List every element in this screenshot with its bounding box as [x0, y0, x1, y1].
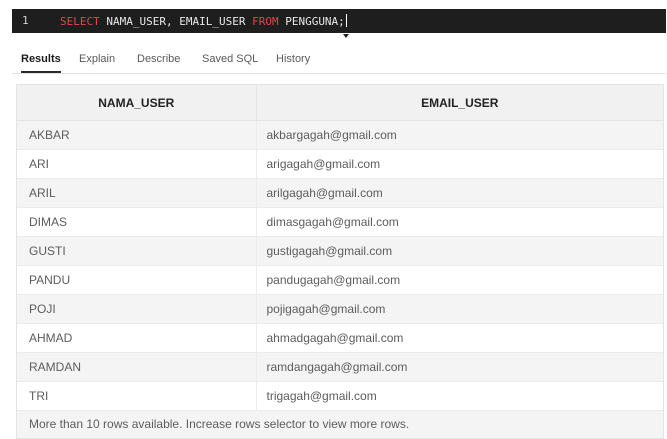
tab-explain-label: Explain [79, 53, 116, 65]
table-row: DIMAS dimasgagah@gmail.com [17, 207, 663, 237]
sql-code-line[interactable]: SELECT NAMA_USER, EMAIL_USER FROM PENGGU… [60, 14, 347, 28]
cell-email-user: akbargagah@gmail.com [256, 120, 663, 150]
table-row: TRI trigagah@gmail.com [17, 381, 663, 411]
cell-email-user: arilgagah@gmail.com [256, 178, 663, 208]
cell-email-user: arigagah@gmail.com [256, 149, 663, 179]
tab-results-label: Results [21, 53, 61, 65]
cell-nama-user: PANDU [17, 265, 257, 295]
cell-email-user: pojigagah@gmail.com [256, 294, 663, 324]
cell-nama-user: GUSTI [17, 236, 257, 266]
column-header-email-user[interactable]: EMAIL_USER [256, 85, 663, 121]
cell-email-user: dimasgagah@gmail.com [256, 207, 663, 237]
line-number: 1 [22, 14, 29, 27]
column-header-nama-user[interactable]: NAMA_USER [17, 85, 257, 121]
tab-saved-sql[interactable]: Saved SQL [202, 46, 258, 72]
cell-email-user: pandugagah@gmail.com [256, 265, 663, 295]
tab-describe-label: Describe [137, 53, 181, 65]
table-row: PANDU pandugagah@gmail.com [17, 265, 663, 295]
cell-nama-user: AKBAR [17, 120, 257, 150]
cell-email-user: gustigagah@gmail.com [256, 236, 663, 266]
cell-nama-user: RAMDAN [17, 352, 257, 382]
tabs-divider [12, 73, 666, 74]
tab-history-label: History [276, 53, 311, 65]
resize-handle-icon[interactable] [343, 34, 349, 38]
tab-explain[interactable]: Explain [79, 46, 115, 72]
sql-editor[interactable]: 1 SELECT NAMA_USER, EMAIL_USER FROM PENG… [12, 9, 666, 33]
table-row: GUSTI gustigagah@gmail.com [17, 236, 663, 266]
table-row: AKBAR akbargagah@gmail.com [17, 120, 663, 150]
rows-available-message: More than 10 rows available. Increase ro… [17, 411, 663, 438]
tab-history[interactable]: History [276, 46, 310, 72]
table-row: RAMDAN ramdangagah@gmail.com [17, 352, 663, 382]
tab-results[interactable]: Results [21, 46, 61, 73]
cell-email-user: trigagah@gmail.com [256, 381, 663, 411]
sql-keyword-select: SELECT [60, 15, 100, 28]
cell-nama-user: ARI [17, 149, 257, 179]
cell-email-user: ramdangagah@gmail.com [256, 352, 663, 382]
table-row: AHMAD ahmadgagah@gmail.com [17, 323, 663, 353]
cell-email-user: ahmadgagah@gmail.com [256, 323, 663, 353]
sql-columns: NAMA_USER, EMAIL_USER [99, 15, 253, 28]
sql-keyword-from: FROM [252, 15, 279, 28]
text-cursor [345, 14, 347, 27]
tab-saved-sql-label: Saved SQL [202, 53, 259, 65]
cell-nama-user: POJI [17, 294, 257, 324]
results-grid: NAMA_USER EMAIL_USER AKBAR akbargagah@gm… [16, 84, 664, 439]
sql-table: PENGGUNA; [278, 15, 345, 28]
cell-nama-user: DIMAS [17, 207, 257, 237]
table-row: POJI pojigagah@gmail.com [17, 294, 663, 324]
cell-nama-user: TRI [17, 381, 257, 411]
table-row: ARIL arilgagah@gmail.com [17, 178, 663, 208]
tab-describe[interactable]: Describe [137, 46, 180, 72]
table-row: ARI arigagah@gmail.com [17, 149, 663, 179]
result-tabs: Results Explain Describe Saved SQL Histo… [12, 46, 666, 73]
results-table: NAMA_USER EMAIL_USER AKBAR akbargagah@gm… [17, 85, 663, 411]
cell-nama-user: ARIL [17, 178, 257, 208]
cell-nama-user: AHMAD [17, 323, 257, 353]
table-header-row: NAMA_USER EMAIL_USER [17, 85, 663, 121]
